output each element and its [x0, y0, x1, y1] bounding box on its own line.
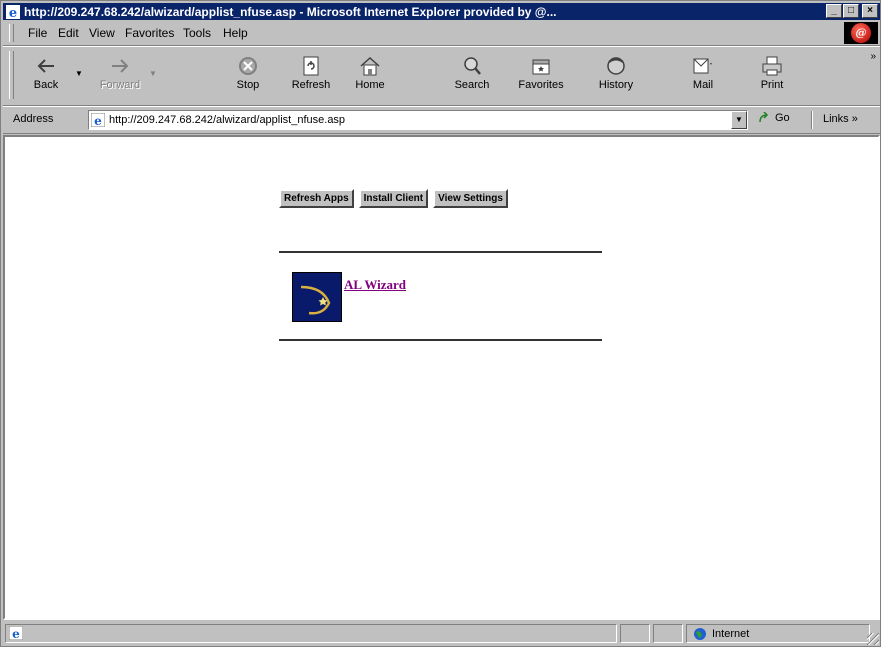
search-icon — [464, 57, 481, 75]
refresh-apps-button[interactable]: Refresh Apps — [279, 189, 354, 208]
resize-grip[interactable] — [867, 633, 879, 645]
stop-button[interactable]: Stop — [219, 51, 277, 103]
address-dropdown-icon[interactable]: ▼ — [731, 111, 747, 129]
back-arrow-icon — [37, 59, 54, 73]
menu-file[interactable]: File — [28, 26, 47, 40]
search-button[interactable]: Search — [443, 51, 501, 103]
mail-button[interactable]: Mail — [674, 51, 732, 103]
print-button[interactable]: Print — [743, 51, 801, 103]
menu-bar: File Edit View Favorites Tools Help @ — [3, 21, 880, 46]
status-text-cell: e — [5, 624, 617, 643]
forward-label: Forward — [99, 79, 141, 91]
forward-arrow-icon — [112, 59, 129, 73]
minimize-button[interactable]: _ — [826, 4, 842, 18]
browser-window: e http://209.247.68.242/alwizard/applist… — [0, 0, 881, 647]
window-title: http://209.247.68.242/alwizard/applist_n… — [24, 4, 557, 19]
refresh-icon — [303, 56, 319, 76]
home-button[interactable]: Home — [341, 51, 399, 103]
favorites-label: Favorites — [518, 79, 564, 91]
mail-icon — [693, 58, 712, 74]
globe-icon — [694, 627, 706, 640]
view-settings-button[interactable]: View Settings — [433, 189, 508, 208]
address-bar: Address e http://209.247.68.242/alwizard… — [3, 107, 880, 134]
status-bar: e Internet — [3, 622, 880, 646]
bottom-divider — [279, 339, 602, 341]
menu-help[interactable]: Help — [223, 26, 248, 40]
favorites-button[interactable]: Favorites — [512, 51, 570, 103]
status-cell-progress — [620, 624, 650, 643]
home-icon — [360, 56, 380, 76]
wizard-star-icon — [300, 285, 331, 315]
zone-label: Internet — [712, 627, 750, 640]
close-button[interactable]: × — [862, 4, 878, 18]
go-button[interactable]: Go — [758, 112, 790, 124]
page-status-icon: e — [8, 625, 24, 641]
address-label: Address — [13, 113, 54, 125]
refresh-label: Refresh — [291, 79, 331, 91]
isp-logo: @ — [844, 22, 878, 44]
links-separator — [811, 111, 813, 129]
status-cell-security — [653, 624, 683, 643]
page-icon: e — [91, 113, 105, 127]
toolbar-grip[interactable] — [9, 51, 14, 99]
svg-text:e: e — [9, 6, 17, 19]
menu-bar-grip[interactable] — [9, 24, 14, 42]
go-label: Go — [775, 112, 790, 124]
history-label: History — [598, 79, 634, 91]
print-label: Print — [760, 79, 784, 91]
forward-button[interactable]: Forward — [91, 51, 149, 103]
install-client-button[interactable]: Install Client — [358, 189, 429, 208]
svg-text:e: e — [12, 627, 20, 640]
search-label: Search — [454, 79, 490, 91]
isp-logo-icon: @ — [851, 23, 871, 43]
al-wizard-app-icon[interactable] — [292, 272, 342, 322]
menu-favorites[interactable]: Favorites — [125, 26, 174, 40]
links-button[interactable]: Links » — [823, 113, 858, 125]
app-action-buttons: Refresh Apps Install Client View Setting… — [279, 189, 508, 208]
menu-tools[interactable]: Tools — [183, 26, 211, 40]
history-icon — [607, 57, 625, 75]
menu-view[interactable]: View — [89, 26, 115, 40]
standard-toolbar: Back ▼ Forward ▼ Stop Refresh Home Searc… — [3, 47, 880, 106]
refresh-button[interactable]: Refresh — [282, 51, 340, 103]
back-label: Back — [33, 79, 59, 91]
favorites-icon — [532, 59, 550, 75]
home-label: Home — [355, 79, 385, 91]
title-bar[interactable]: e http://209.247.68.242/alwizard/applist… — [3, 3, 880, 20]
mail-label: Mail — [692, 79, 714, 91]
back-dropdown-icon[interactable]: ▼ — [75, 69, 83, 78]
history-button[interactable]: History — [587, 51, 645, 103]
back-button[interactable]: Back — [17, 51, 75, 103]
maximize-button[interactable]: □ — [843, 4, 859, 18]
svg-text:e: e — [94, 114, 102, 127]
top-divider — [279, 251, 602, 253]
stop-icon — [239, 57, 257, 75]
print-icon — [762, 56, 782, 76]
menu-edit[interactable]: Edit — [58, 26, 79, 40]
go-arrow-icon — [759, 112, 769, 123]
security-zone[interactable]: Internet — [686, 624, 870, 643]
toolbar-overflow-icon[interactable]: » — [870, 51, 876, 62]
address-url: http://209.247.68.242/alwizard/applist_n… — [109, 114, 346, 126]
ie-logo-icon: e — [6, 4, 20, 19]
stop-label: Stop — [236, 79, 260, 91]
address-input[interactable]: e http://209.247.68.242/alwizard/applist… — [88, 110, 748, 130]
forward-dropdown-icon[interactable]: ▼ — [149, 69, 157, 78]
al-wizard-link[interactable]: AL Wizard — [344, 277, 406, 293]
